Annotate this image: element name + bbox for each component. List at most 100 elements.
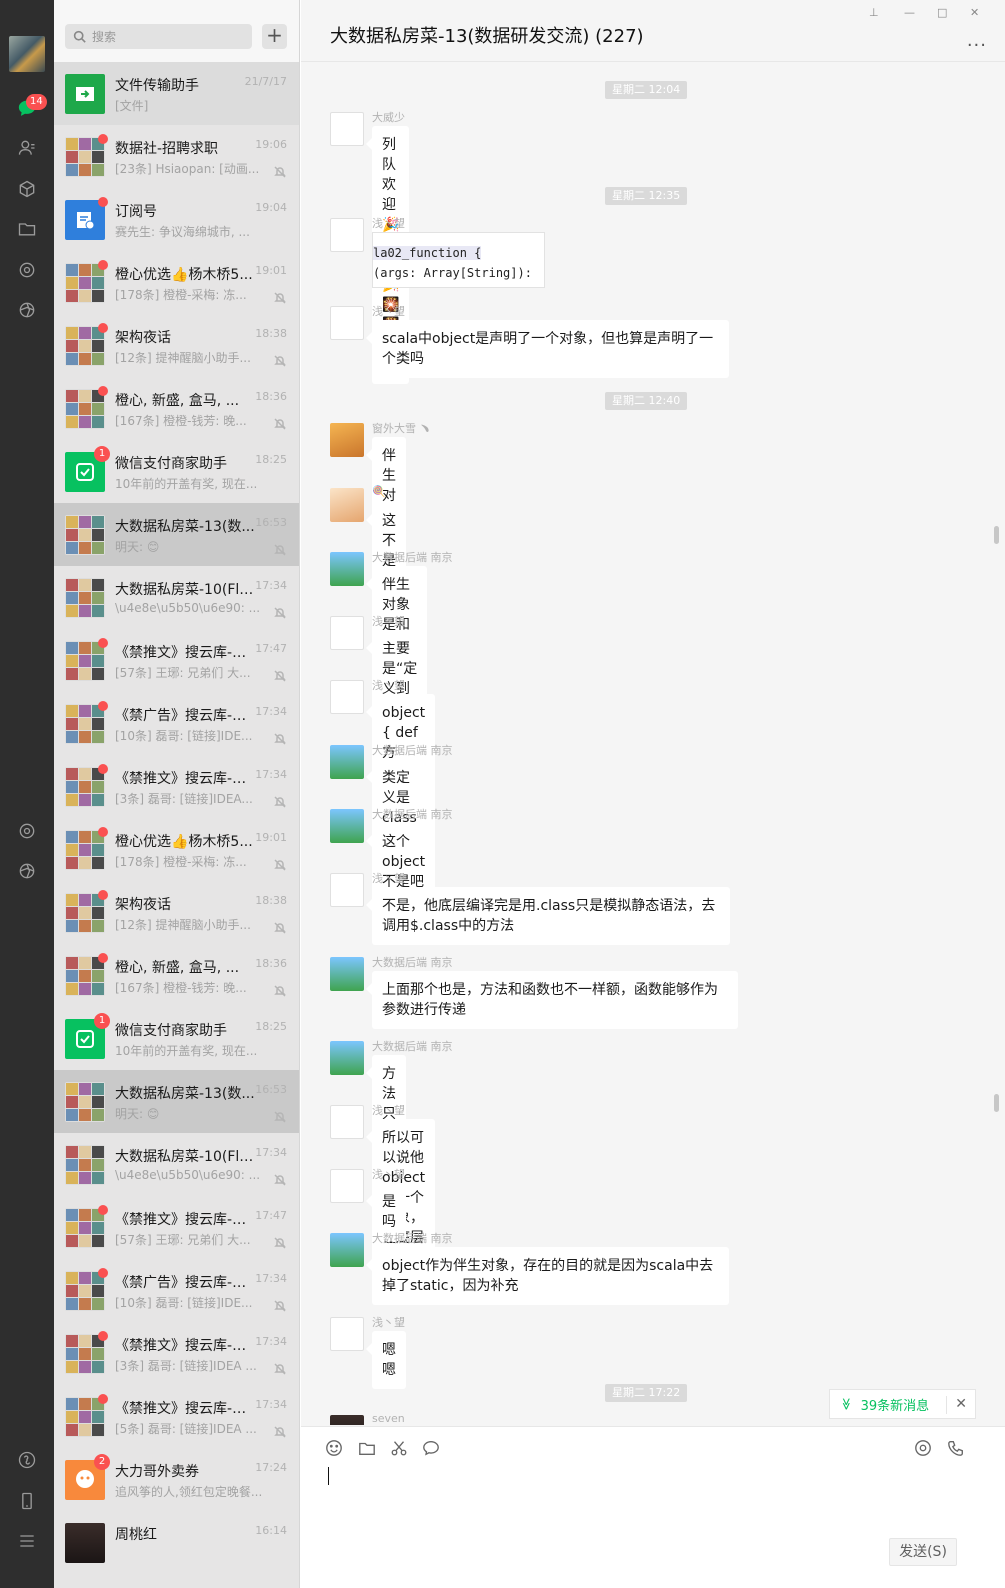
chat-name: 大数据私房菜-10(Fli...	[115, 582, 255, 598]
chat-list-item[interactable]: 橙心, 新盛, 盒马, ... 18:36 [167条] 橙橙-钱芳: 晚...	[54, 377, 299, 440]
message-input-area[interactable]: 发送(S)	[301, 1426, 1005, 1588]
avatar[interactable]	[330, 680, 364, 714]
mute-bell-icon	[274, 667, 286, 682]
moments-icon[interactable]	[15, 258, 39, 282]
chat-list-item[interactable]: 架构夜话 18:38 [12条] 提神醒脑小助手...	[54, 314, 299, 377]
chat-list-item[interactable]: 大数据私房菜-10(Fli... 17:34 \u4e8e\u5b50\u6e90:…	[54, 1133, 299, 1196]
phone-icon[interactable]	[15, 1489, 39, 1513]
send-button[interactable]: 发送(S)	[889, 1538, 957, 1566]
contacts-icon[interactable]	[15, 136, 39, 160]
chat-panel: 大数据私房菜-13(数据研发交流) (227) ⊥ — □ ✕ ... 星期二 …	[301, 0, 1005, 1588]
avatar[interactable]	[330, 423, 364, 457]
avatar[interactable]	[330, 1415, 364, 1425]
avatar[interactable]	[330, 488, 364, 522]
avatar[interactable]	[330, 218, 364, 252]
folder-icon[interactable]	[358, 1439, 378, 1459]
channels-icon[interactable]	[15, 298, 39, 322]
mute-bell-icon	[274, 1297, 286, 1312]
chat-name: 橙心, 新盛, 盒马, ...	[115, 960, 240, 976]
new-messages-banner[interactable]: ≫ 39条新消息 ✕	[829, 1389, 976, 1419]
chat-list-item[interactable]: 《禁推文》搜云库-技... 17:34 [5条] 磊哥: [链接]IDEA ...	[54, 1385, 299, 1448]
avatar[interactable]	[330, 112, 364, 146]
chat-list-item[interactable]: 《禁广告》搜云库-技... 17:34 [10条] 磊哥: [链接]IDE...	[54, 1259, 299, 1322]
chat-list-item[interactable]: 文件传输助手 21/7/17 [文件]	[54, 62, 299, 125]
chat-list-item[interactable]: 《禁推文》搜云库-技... 17:47 [57条] 王琊: 兄弟们 大...	[54, 629, 299, 692]
user-avatar[interactable]	[9, 36, 45, 72]
chat-list-item[interactable]: 架构夜话 18:38 [12条] 提神醒脑小助手...	[54, 881, 299, 944]
message-bubble[interactable]: 嗯嗯	[366, 1331, 406, 1389]
chat-list-item[interactable]: 2 大力哥外卖券 17:24 追风筝的人,领红包定晚餐...	[54, 1448, 299, 1511]
avatar[interactable]	[330, 1041, 364, 1075]
chat-preview: [12条] 提神醒脑小助手...	[115, 918, 251, 932]
chat-name: 《禁推文》搜云库-技...	[115, 1338, 255, 1354]
text-cursor	[328, 1467, 329, 1485]
chat-list-item[interactable]: 橙心优选👍杨木桥5... 19:01 [178条] 橙橙-采梅: 冻...	[54, 818, 299, 881]
code-line: (args: Array[String]): U	[373, 266, 532, 287]
chat-list-item[interactable]: 订阅号 19:04 赛先生: 争议海绵城市, ...	[54, 188, 299, 251]
pin-window-button[interactable]: ⊥	[869, 6, 879, 19]
folder-icon[interactable]	[15, 217, 39, 241]
avatar[interactable]	[330, 1169, 364, 1203]
emoji-icon[interactable]	[325, 1439, 345, 1459]
chat-list-item[interactable]: 《禁推文》搜云库-技... 17:47 [57条] 王琊: 兄弟们 大...	[54, 1196, 299, 1259]
channels-icon-2[interactable]	[15, 859, 39, 883]
chat-list-item[interactable]: 大数据私房菜-13(数... 16:53 明天: 😊	[54, 1070, 299, 1133]
chat-list-item[interactable]: 1 微信支付商家助手 18:25 10年前的开盖有奖, 现在...	[54, 440, 299, 503]
chat-list-item[interactable]: 橙心优选👍杨木桥5... 19:01 [178条] 橙橙-采梅: 冻...	[54, 251, 299, 314]
chat-history-icon[interactable]	[422, 1439, 442, 1459]
chat-list-item[interactable]: 橙心, 新盛, 盒马, ... 18:36 [167条] 橙橙-钱芳: 晚...	[54, 944, 299, 1007]
maximize-button[interactable]: □	[937, 6, 947, 19]
close-window-button[interactable]: ✕	[970, 6, 979, 19]
message-area: 星期二 12:04 星期二 12:35 星期二 12:40 星期二 17:22 …	[301, 63, 1005, 1425]
avatar[interactable]	[330, 552, 364, 586]
avatar[interactable]	[330, 957, 364, 991]
chat-name: 文件传输助手	[115, 78, 199, 94]
message-bubble[interactable]: object作为伴生对象，存在的目的就是因为scala中去掉了static，因为…	[366, 1247, 729, 1305]
chat-list-item[interactable]: 《禁广告》搜云库-技... 17:34 [10条] 磊哥: [链接]IDE...	[54, 692, 299, 755]
voice-call-icon[interactable]	[947, 1439, 967, 1459]
chat-avatar	[65, 1082, 105, 1122]
mini-program-icon[interactable]	[15, 1448, 39, 1472]
sender-name: 大数据后端 南京	[372, 551, 453, 564]
chat-name: 大数据私房菜-10(Fli...	[115, 1149, 255, 1165]
moments-icon-2[interactable]	[15, 819, 39, 843]
chat-time: 16:14	[255, 1524, 287, 1537]
search-box[interactable]	[65, 24, 252, 49]
message-bubble[interactable]: scala中object是声明了一个对象，但也算是声明了一个类吗	[366, 320, 729, 378]
chat-name: 《禁推文》搜云库-技...	[115, 1212, 255, 1228]
chat-time: 18:36	[255, 390, 287, 403]
chat-preview: [178条] 橙橙-采梅: 冻...	[115, 855, 247, 869]
scrollbar-thumb[interactable]	[994, 1094, 999, 1112]
avatar[interactable]	[330, 1105, 364, 1139]
chat-list-item[interactable]: 1 微信支付商家助手 18:25 10年前的开盖有奖, 现在...	[54, 1007, 299, 1070]
code-screenshot[interactable]: la02_function { (args: Array[String]): U	[372, 232, 545, 288]
message-bubble[interactable]: 不是，他底层编译完是用.class只是模拟静态语法，去调用$.class中的方法	[366, 887, 730, 945]
search-input[interactable]	[92, 29, 242, 44]
menu-icon[interactable]	[15, 1529, 39, 1553]
chat-list-item[interactable]: 周桃红 16:14	[54, 1511, 299, 1574]
add-button[interactable]: +	[262, 24, 287, 49]
avatar[interactable]	[330, 1317, 364, 1351]
chat-time: 19:01	[255, 264, 287, 277]
chat-list-item[interactable]: 大数据私房菜-13(数... 16:53 明天: 😊	[54, 503, 299, 566]
more-options-button[interactable]: ...	[967, 30, 987, 51]
chat-name: 大数据私房菜-13(数...	[115, 519, 255, 535]
live-icon[interactable]	[914, 1439, 934, 1459]
avatar[interactable]	[330, 1233, 364, 1267]
collections-icon[interactable]	[15, 177, 39, 201]
avatar[interactable]	[330, 809, 364, 843]
chat-preview: [3条] 磊哥: [链接]IDEA ...	[115, 1359, 257, 1373]
message-bubble[interactable]: 上面那个也是，方法和函数也不一样额，函数能够作为参数进行传递	[366, 971, 738, 1029]
chat-list-item[interactable]: 《禁推文》搜云库-技... 17:34 [3条] 磊哥: [链接]IDEA ...	[54, 1322, 299, 1385]
avatar[interactable]	[330, 306, 364, 340]
avatar[interactable]	[330, 745, 364, 779]
scrollbar-thumb[interactable]	[994, 526, 999, 544]
scissors-icon[interactable]	[390, 1439, 410, 1459]
minimize-button[interactable]: —	[904, 6, 915, 19]
chat-list-item[interactable]: 大数据私房菜-10(Fli... 17:34 \u4e8e\u5b50\u6e90:…	[54, 566, 299, 629]
avatar[interactable]	[330, 616, 364, 650]
chat-list-item[interactable]: 《禁推文》搜云库-技... 17:34 [3条] 磊哥: [链接]IDEA...	[54, 755, 299, 818]
chat-list-item[interactable]: 数据社-招聘求职 19:06 [23条] Hsiaopan: [动画...	[54, 125, 299, 188]
avatar[interactable]	[330, 873, 364, 907]
close-icon[interactable]: ✕	[955, 1396, 967, 1412]
